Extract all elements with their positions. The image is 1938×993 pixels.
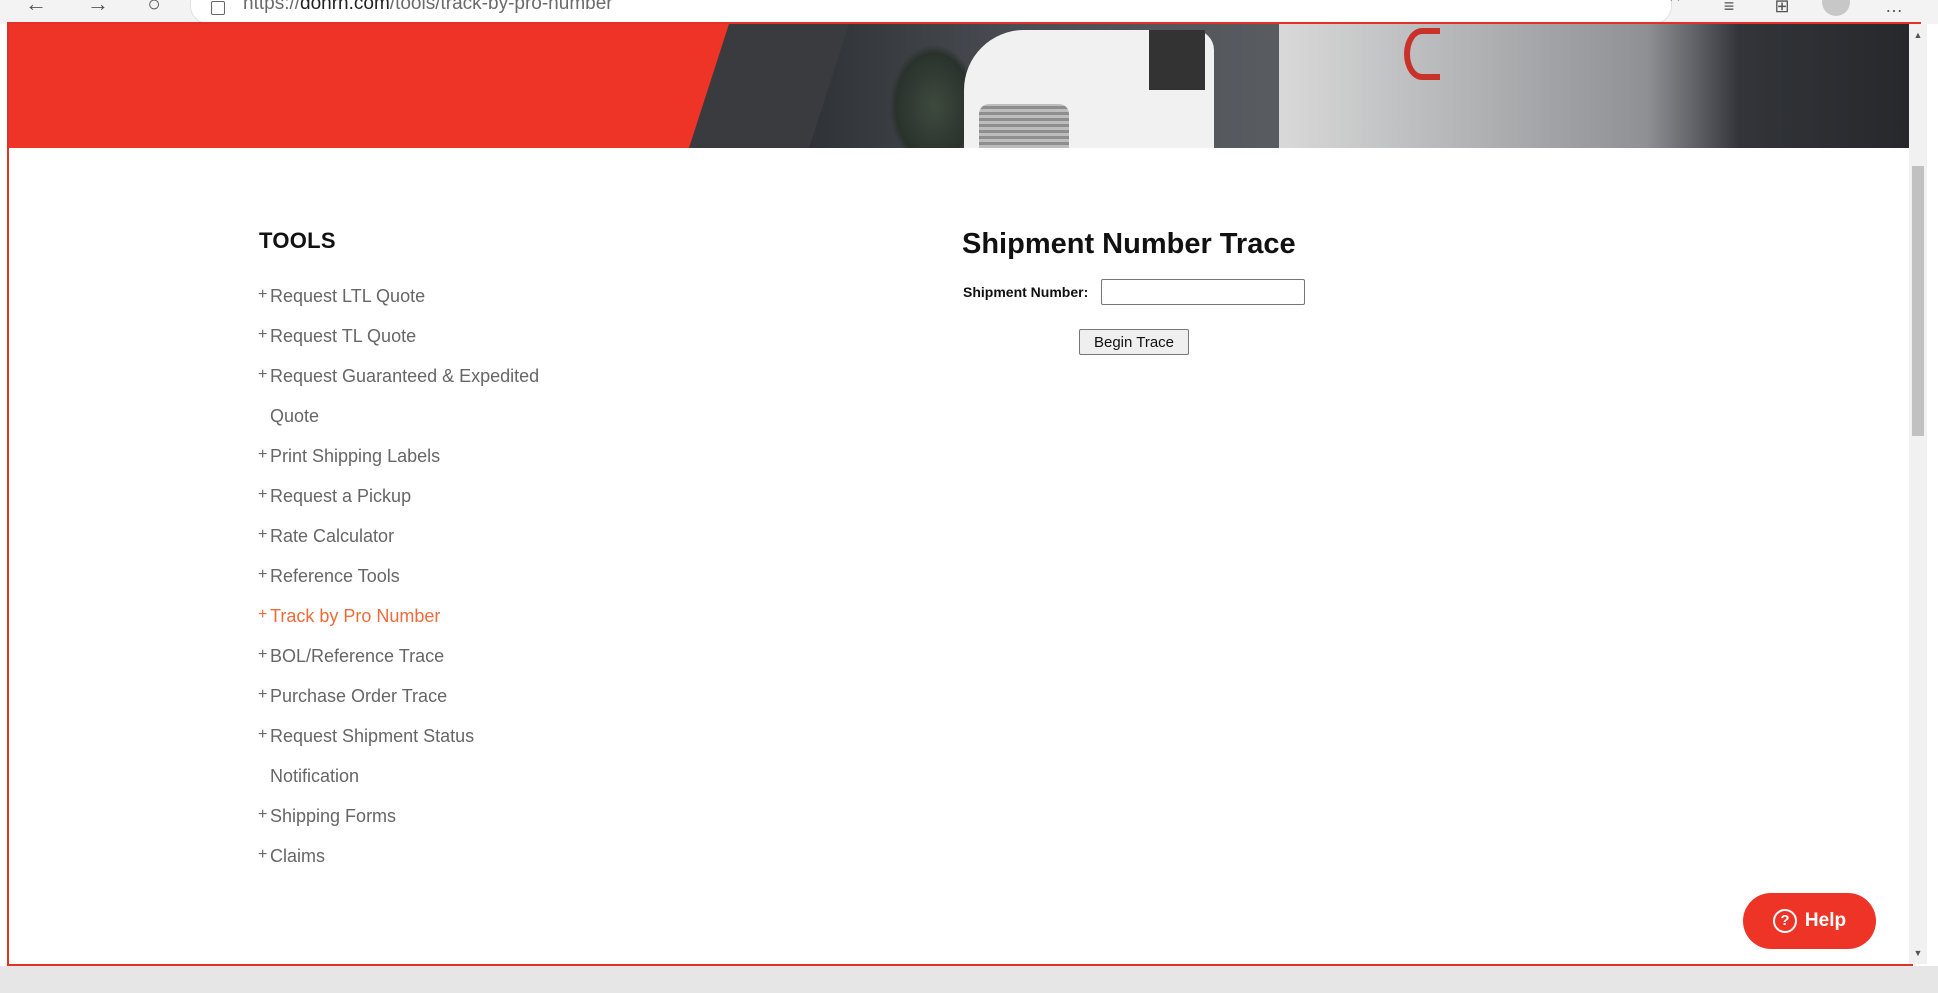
- url-path: /tools/track-by-pro-number: [389, 0, 613, 14]
- sidebar-item-label: Quote: [270, 406, 320, 426]
- sidebar-item[interactable]: + BOL/Reference Trace: [258, 636, 578, 676]
- page-title: Shipment Number Trace: [962, 228, 1296, 260]
- sidebar-item[interactable]: + Purchase Order Trace: [258, 676, 578, 716]
- page-scrollbar[interactable]: ▲ ▼: [1909, 24, 1927, 964]
- truck-grille-graphic: [979, 104, 1069, 148]
- sidebar-item-label: Claims: [270, 846, 326, 866]
- sidebar-item-label: Request Guaranteed & Expedited: [270, 366, 540, 386]
- collections-icon[interactable]: ⊞: [1768, 0, 1796, 20]
- plus-icon: +: [258, 366, 268, 383]
- sidebar-item[interactable]: + Print Shipping Labels: [258, 436, 578, 476]
- shipment-number-input[interactable]: [1101, 279, 1305, 305]
- shipment-number-label: Shipment Number:: [963, 284, 1089, 300]
- taskbar-strip: [0, 966, 1938, 993]
- plus-icon: +: [258, 806, 268, 823]
- sidebar-item-label: Request Shipment Status: [270, 726, 475, 746]
- sidebar-item[interactable]: + Claims: [258, 836, 578, 876]
- truck-window-graphic: [1149, 30, 1205, 90]
- more-menu-icon[interactable]: …: [1880, 0, 1908, 20]
- plus-icon: +: [258, 646, 268, 663]
- scroll-thumb[interactable]: [1912, 166, 1924, 436]
- plus-icon: +: [258, 726, 268, 743]
- help-button[interactable]: ? Help: [1743, 893, 1876, 949]
- sidebar-item[interactable]: + Track by Pro Number: [258, 596, 578, 636]
- sidebar-item-label: Rate Calculator: [270, 526, 395, 546]
- sidebar-item[interactable]: + Reference Tools: [258, 556, 578, 596]
- sidebar-item[interactable]: + Shipping Forms: [258, 796, 578, 836]
- sidebar-item-label: Reference Tools: [270, 566, 400, 586]
- plus-icon: +: [258, 686, 268, 703]
- plus-icon: +: [258, 846, 268, 863]
- sidebar-item[interactable]: + Request a Pickup: [258, 476, 578, 516]
- hero-banner: [9, 24, 1911, 148]
- scroll-up-arrow-icon[interactable]: ▲: [1909, 28, 1927, 42]
- sidebar-item[interactable]: + Request LTL Quote: [258, 276, 578, 316]
- reading-list-icon[interactable]: ≡: [1715, 0, 1743, 20]
- address-bar[interactable]: https://dohrn.com/tools/track-by-pro-num…: [190, 0, 1683, 24]
- sidebar-item[interactable]: + Request TL Quote: [258, 316, 578, 356]
- trailer-graphic: [1279, 24, 1739, 148]
- refresh-icon[interactable]: ○: [140, 0, 168, 18]
- sidebar-item-label: Request a Pickup: [270, 486, 412, 506]
- back-icon[interactable]: ←: [22, 0, 50, 18]
- url-text: https://dohrn.com/tools/track-by-pro-num…: [243, 0, 613, 15]
- sidebar-item-label: Request TL Quote: [270, 326, 417, 346]
- plus-icon: +: [258, 566, 268, 583]
- plus-icon: +: [258, 326, 268, 343]
- plus-icon: +: [258, 286, 268, 303]
- favorite-star-icon[interactable]: ☆: [1661, 0, 1689, 9]
- sidebar-item-label: Purchase Order Trace: [270, 686, 448, 706]
- url-host: dohrn.com: [300, 0, 390, 14]
- browser-toolbar: ← → ○ https://dohrn.com/tools/track-by-p…: [0, 0, 1938, 24]
- sidebar-item-label: Print Shipping Labels: [270, 446, 441, 466]
- sidebar-item-label: Track by Pro Number: [270, 606, 441, 626]
- lock-icon: [211, 1, 225, 15]
- scroll-down-arrow-icon[interactable]: ▼: [1909, 946, 1927, 960]
- sidebar-item[interactable]: Notification: [258, 756, 578, 796]
- sidebar-item-label: BOL/Reference Trace: [270, 646, 445, 666]
- profile-avatar[interactable]: [1822, 0, 1850, 16]
- plus-icon: +: [258, 446, 268, 463]
- sidebar-item-label: Shipping Forms: [270, 806, 397, 826]
- help-question-icon: ?: [1772, 909, 1797, 933]
- sidebar-item[interactable]: + Rate Calculator: [258, 516, 578, 556]
- trailer-logo-graphic: [1404, 28, 1440, 80]
- forward-icon[interactable]: →: [84, 0, 112, 18]
- sidebar-nav: + Request LTL Quote + Request TL Quote + Requ…: [258, 276, 578, 876]
- url-prefix: https://: [243, 0, 301, 14]
- begin-trace-button[interactable]: Begin Trace: [1079, 329, 1189, 355]
- sidebar-item-label: Request LTL Quote: [270, 286, 426, 306]
- plus-icon: +: [258, 606, 268, 623]
- plus-icon: +: [258, 526, 268, 543]
- sidebar-item[interactable]: Quote: [258, 396, 578, 436]
- sidebar-title: TOOLS: [259, 228, 336, 253]
- sidebar-item-label: Notification: [270, 766, 360, 786]
- sidebar-item[interactable]: + Request Guaranteed & Expedited: [258, 356, 578, 396]
- sidebar-item[interactable]: + Request Shipment Status: [258, 716, 578, 756]
- help-label: Help: [1804, 910, 1847, 931]
- plus-icon: +: [258, 486, 268, 503]
